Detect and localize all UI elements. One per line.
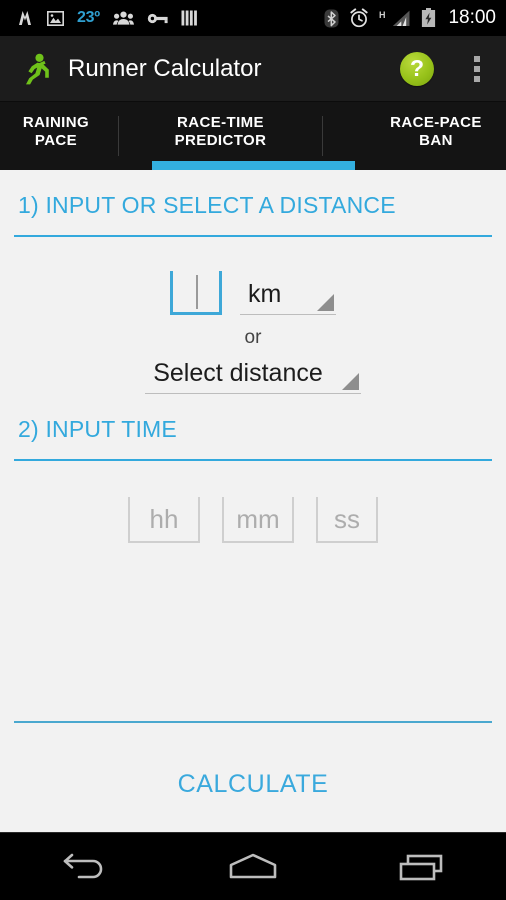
back-button[interactable] — [42, 841, 126, 893]
time-section-heading: 2) INPUT TIME — [18, 416, 177, 442]
overflow-dot — [474, 65, 480, 72]
battery-charging-icon — [421, 8, 436, 28]
select-distance-value: Select distance — [153, 359, 323, 387]
hours-placeholder: hh — [149, 503, 179, 534]
or-separator-label: or — [244, 327, 262, 348]
overflow-menu-button[interactable] — [462, 49, 492, 89]
select-distance-spinner[interactable]: Select distance — [145, 359, 361, 394]
weather-temperature: 23º — [77, 9, 100, 26]
music-app-icon — [16, 9, 34, 27]
status-bar-left-icons: 23º — [16, 9, 324, 27]
chevron-down-icon — [341, 373, 359, 390]
tab-label-line1: RACE-TIME — [177, 113, 264, 131]
hours-input[interactable]: hh — [128, 497, 200, 543]
chevron-down-icon — [317, 294, 334, 311]
calculate-button[interactable]: CALCULATE — [0, 770, 506, 799]
unit-spinner[interactable]: km — [240, 280, 336, 315]
overflow-dot — [474, 55, 480, 62]
time-section-rule — [14, 459, 492, 461]
vpn-key-icon — [147, 12, 168, 25]
seconds-input[interactable]: ss — [316, 497, 378, 543]
action-bar: Runner Calculator ? — [0, 36, 506, 102]
distance-input[interactable] — [170, 271, 222, 315]
tab-training-pace[interactable]: RAINING PACE — [0, 102, 118, 170]
tab-label-line2: PREDICTOR — [174, 132, 267, 149]
distance-input-row: km — [14, 271, 492, 315]
runner-icon — [18, 52, 52, 86]
overflow-dot — [474, 75, 480, 82]
seconds-placeholder: ss — [334, 503, 360, 534]
text-caret — [196, 275, 198, 309]
status-bar: 23º H 18:00 — [0, 0, 506, 36]
app-root: 23º H 18:00 Runner Calculator ? RAINING … — [0, 0, 506, 900]
tab-label: RACE-PACE BAN — [390, 113, 482, 149]
screenshot-image-icon — [47, 10, 64, 26]
tab-bar: RAINING PACE RACE-TIME PREDICTOR RACE-PA… — [0, 102, 506, 170]
minutes-input[interactable]: mm — [222, 497, 294, 543]
distance-section-rule — [14, 235, 492, 237]
equalizer-icon — [181, 10, 198, 26]
network-type-label: H — [378, 10, 386, 20]
tab-label: RAINING PACE — [22, 113, 90, 149]
active-tab-indicator — [152, 161, 355, 170]
bluetooth-icon — [324, 9, 339, 28]
android-nav-bar — [0, 832, 506, 900]
people-contacts-icon — [112, 11, 134, 26]
tab-label: RACE-TIME PREDICTOR — [175, 114, 267, 151]
help-button[interactable]: ? — [400, 51, 434, 86]
alarm-clock-icon — [349, 8, 369, 28]
main-content: 1) INPUT OR SELECT A DISTANCE km or Sele… — [0, 170, 506, 832]
recent-apps-button[interactable] — [380, 841, 464, 893]
distance-section-heading: 1) INPUT OR SELECT A DISTANCE — [18, 192, 396, 218]
unit-spinner-value: km — [248, 280, 282, 308]
tab-race-pace-bands[interactable]: RACE-PACE BAN — [323, 102, 503, 170]
tab-race-time-predictor[interactable]: RACE-TIME PREDICTOR — [119, 102, 322, 170]
page-title: Runner Calculator — [68, 54, 262, 82]
status-bar-right-icons: H 18:00 — [324, 7, 496, 29]
status-bar-clock: 18:00 — [448, 7, 496, 28]
result-divider-rule — [14, 721, 492, 723]
time-input-row: hh mm ss — [14, 497, 492, 543]
signal-strength-icon — [392, 10, 411, 27]
home-button[interactable] — [211, 841, 295, 893]
minutes-placeholder: mm — [236, 503, 280, 534]
select-distance-row: Select distance — [14, 359, 492, 394]
